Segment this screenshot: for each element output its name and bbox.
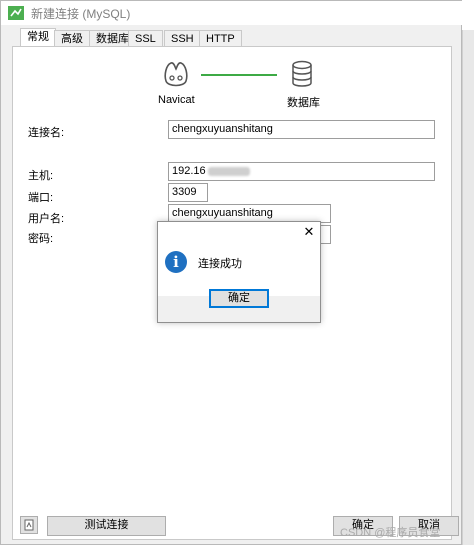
note-icon	[24, 519, 34, 531]
title-bar: 新建连接 (MySQL)	[1, 1, 463, 25]
host-blur-mask	[207, 166, 250, 176]
tab-ssh[interactable]: SSH	[164, 30, 201, 46]
tab-http[interactable]: HTTP	[199, 30, 242, 46]
connection-line	[201, 74, 277, 76]
navicat-label: Navicat	[158, 94, 195, 106]
info-icon: i	[165, 251, 187, 273]
connection-name-label: 连接名:	[28, 127, 65, 139]
navicat-app-icon	[8, 6, 24, 20]
background-window-edge	[462, 30, 474, 545]
tab-ssl[interactable]: SSL	[128, 30, 163, 46]
host-value: 192.16	[172, 165, 206, 177]
tab-advanced[interactable]: 高级	[54, 30, 90, 46]
password-label: 密码:	[28, 233, 54, 245]
host-input[interactable]: 192.16	[168, 162, 435, 181]
messagebox-ok-button[interactable]: 确定	[209, 289, 269, 308]
window-title: 新建连接 (MySQL)	[31, 7, 131, 21]
messagebox-text: 连接成功	[198, 258, 242, 270]
connection-name-input[interactable]: chengxuyuanshitang	[168, 120, 435, 139]
port-input[interactable]: 3309	[168, 183, 208, 202]
watermark: CSDN @程序员食堂	[340, 527, 441, 539]
username-label: 用户名:	[28, 213, 65, 225]
database-label: 数据库	[287, 97, 320, 109]
test-connection-button[interactable]: 测试连接	[47, 516, 166, 536]
port-label: 端口:	[28, 192, 54, 204]
connection-success-messagebox: ✕ i 连接成功 确定	[157, 221, 321, 323]
database-icon	[292, 60, 312, 87]
connection-options-button[interactable]	[20, 516, 38, 534]
host-label: 主机:	[28, 170, 54, 182]
navicat-logo-icon	[164, 62, 188, 87]
close-icon[interactable]: ✕	[302, 224, 316, 240]
tab-general[interactable]: 常规	[20, 28, 56, 47]
